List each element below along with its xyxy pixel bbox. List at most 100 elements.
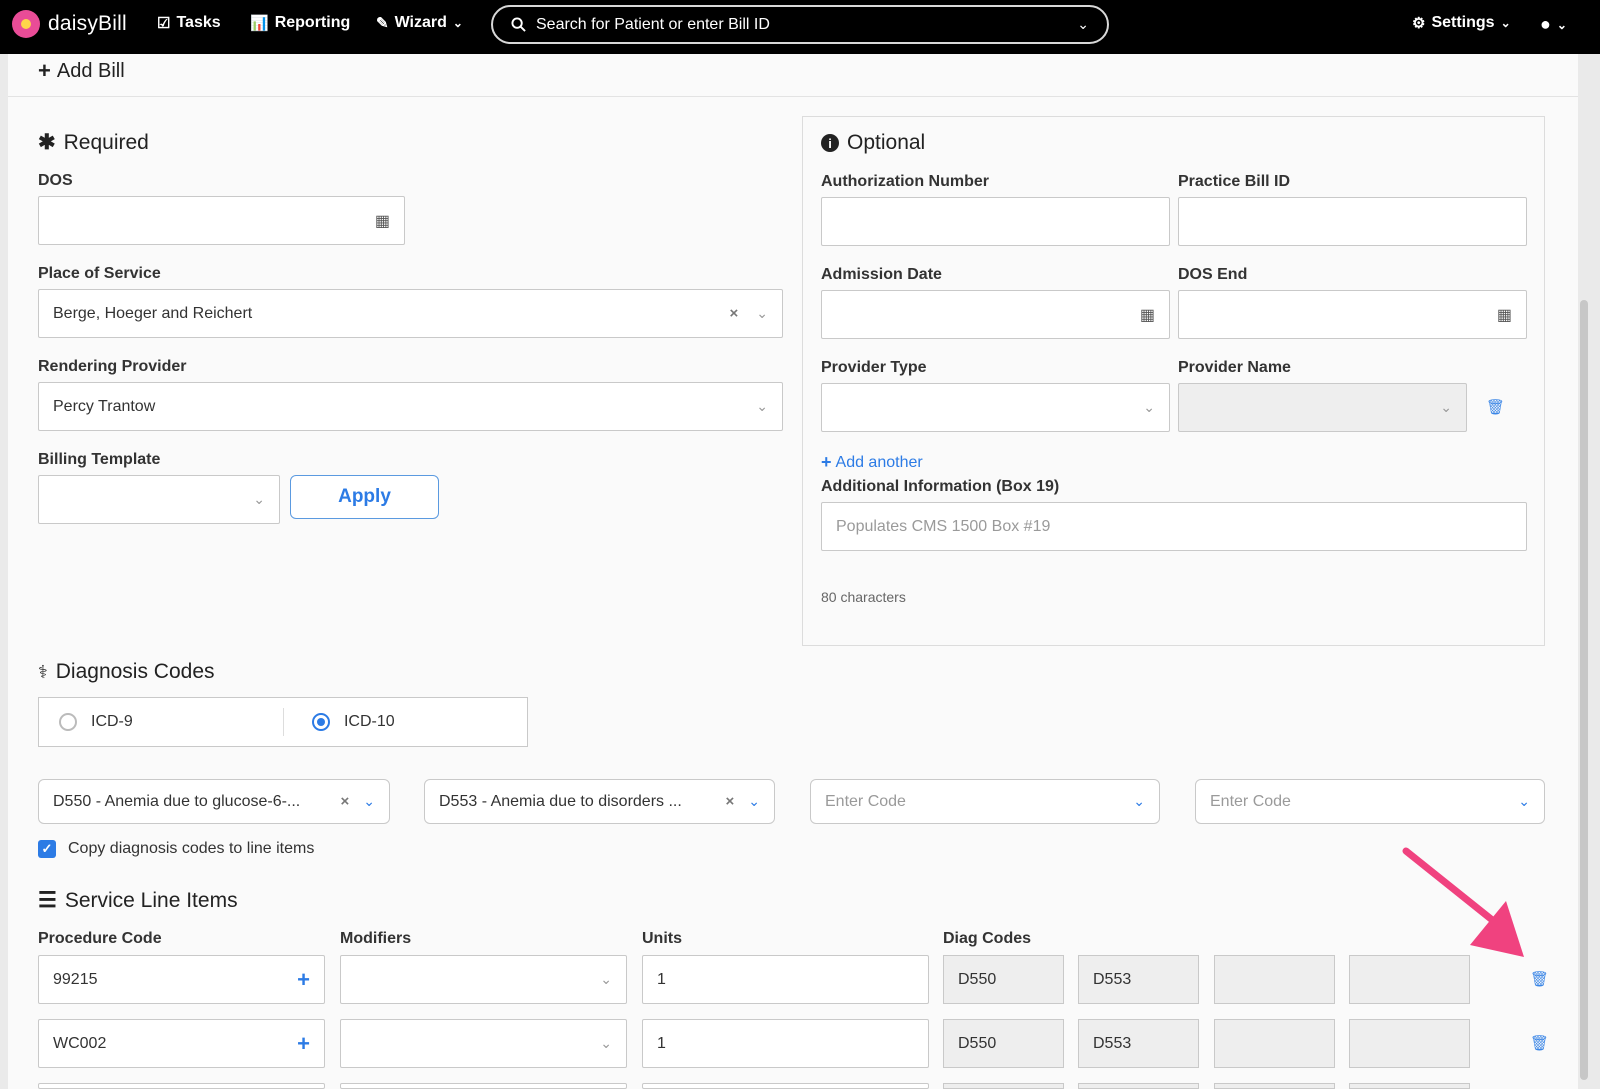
units-input[interactable]: 1 [642, 1019, 929, 1068]
diagnosis-code-select-2[interactable]: D553 - Anemia due to disorders ... × ⌄ [424, 779, 775, 824]
patient-search-input[interactable]: Search for Patient or enter Bill ID ⌄ [491, 5, 1109, 44]
divider [8, 96, 1578, 97]
clear-icon[interactable]: × [730, 305, 739, 322]
clipboard-check-icon: ☑ [157, 15, 171, 32]
place-of-service-label: Place of Service [38, 265, 161, 282]
practice-bill-id-input[interactable] [1178, 197, 1527, 246]
optional-section [802, 116, 1545, 646]
brand-name: daisyBill [48, 12, 127, 35]
chevron-down-icon: ⌄ [1143, 399, 1155, 415]
plus-icon[interactable]: + [297, 967, 310, 993]
asterisk-icon: ✱ [38, 131, 56, 154]
optional-section-title: i Optional [821, 131, 925, 155]
brand-logo[interactable]: daisyBill [12, 10, 127, 38]
diag-code-cell: D553 [1078, 955, 1199, 1004]
chevron-down-icon: ⌄ [600, 1035, 612, 1051]
provider-type-label: Provider Type [821, 359, 927, 376]
apply-button[interactable]: Apply [290, 475, 439, 519]
diag-codes-header: Diag Codes [943, 930, 1032, 947]
service-line-items-title: ☰ Service Line Items [38, 888, 238, 913]
chevron-down-icon: ⌄ [363, 793, 375, 809]
nav-reporting[interactable]: 📊 Reporting [250, 14, 350, 32]
chevron-down-icon: ⌄ [600, 971, 612, 987]
calendar-icon[interactable]: ▦ [375, 211, 390, 231]
nav-settings[interactable]: ⚙ Settings ⌄ [1412, 14, 1511, 32]
copy-diagnosis-checkbox-row[interactable]: ✓ Copy diagnosis codes to line items [38, 840, 314, 858]
diag-code-cell: D550 [943, 955, 1064, 1004]
top-navbar: daisyBill ☑ Tasks 📊 Reporting ✎ Wizard ⌄… [0, 0, 1600, 54]
place-of-service-select[interactable]: Berge, Hoeger and Reichert × ⌄ [38, 289, 783, 338]
diagnosis-code-select-4[interactable]: Enter Code ⌄ [1195, 779, 1545, 824]
rendering-provider-value: Percy Trantow [53, 397, 156, 415]
procedure-code-input[interactable]: WC002 + [38, 1019, 325, 1068]
trash-icon[interactable]: 🗑 [1530, 1034, 1549, 1052]
diag-code-cell [1349, 1083, 1470, 1089]
modifiers-select[interactable]: ⌄ [340, 1019, 627, 1068]
icd9-option[interactable]: ICD-9 [39, 698, 283, 746]
copy-diagnosis-checkbox[interactable]: ✓ [38, 840, 56, 858]
chevron-down-icon: ⌄ [452, 16, 463, 30]
page-title: + Add Bill [38, 58, 125, 83]
nav-tasks[interactable]: ☑ Tasks [157, 14, 221, 32]
modifiers-select[interactable]: ⌄ [340, 955, 627, 1004]
chevron-down-icon[interactable]: ⌄ [1077, 16, 1089, 33]
chevron-down-icon: ⌄ [748, 793, 760, 809]
chevron-down-icon: ⌄ [1556, 17, 1567, 32]
clear-icon[interactable]: × [341, 793, 350, 810]
modifiers-select[interactable] [340, 1083, 627, 1089]
diagnosis-section-title: ⚕ Diagnosis Codes [38, 660, 215, 683]
practice-bill-id-label: Practice Bill ID [1178, 173, 1291, 190]
radio-button-selected[interactable] [311, 713, 330, 731]
diag-code-cell [1078, 1083, 1199, 1089]
trash-icon[interactable]: 🗑 [1486, 398, 1505, 416]
units-input[interactable]: 1 [642, 955, 929, 1004]
magic-wand-icon: ✎ [376, 15, 389, 32]
authorization-number-label: Authorization Number [821, 173, 989, 190]
character-count: 80 characters [821, 589, 906, 605]
chevron-down-icon: ⌄ [756, 305, 768, 321]
plus-icon[interactable]: + [297, 1031, 310, 1057]
clear-icon[interactable]: × [726, 793, 735, 810]
calendar-icon[interactable]: ▦ [1140, 305, 1155, 325]
nav-wizard[interactable]: ✎ Wizard ⌄ [376, 14, 463, 32]
admission-date-label: Admission Date [821, 266, 942, 283]
user-avatar-icon: ● [1540, 14, 1551, 34]
trash-icon[interactable]: 🗑 [1530, 970, 1549, 988]
diag-code-cell [1214, 955, 1335, 1004]
add-another-link[interactable]: + Add another [821, 452, 923, 473]
icd10-option[interactable]: ICD-10 [282, 708, 527, 736]
chevron-down-icon: ⌄ [1133, 793, 1145, 809]
billing-template-select[interactable]: ⌄ [38, 475, 280, 524]
diagnosis-code-select-1[interactable]: D550 - Anemia due to glucose-6-... × ⌄ [38, 779, 390, 824]
stethoscope-icon: ⚕ [38, 661, 48, 682]
radio-button[interactable] [59, 713, 77, 731]
procedure-code-header: Procedure Code [38, 930, 162, 947]
rendering-provider-select[interactable]: Percy Trantow ⌄ [38, 382, 783, 431]
units-input[interactable] [642, 1083, 929, 1089]
dos-end-label: DOS End [1178, 266, 1248, 283]
provider-type-select[interactable]: ⌄ [821, 383, 1170, 432]
diag-code-cell [1214, 1019, 1335, 1068]
modifiers-header: Modifiers [340, 930, 412, 947]
procedure-code-input[interactable] [38, 1083, 325, 1089]
diagnosis-code-select-3[interactable]: Enter Code ⌄ [810, 779, 1160, 824]
user-menu[interactable]: ● ⌄ [1540, 14, 1567, 35]
provider-name-select: ⌄ [1178, 383, 1467, 432]
dos-input[interactable]: ▦ [38, 196, 405, 245]
authorization-number-input[interactable] [821, 197, 1170, 246]
icd-version-radio-group: ICD-9 ICD-10 [38, 697, 528, 747]
place-of-service-value: Berge, Hoeger and Reichert [53, 304, 253, 322]
gear-icon: ⚙ [1412, 15, 1426, 32]
annotation-arrow-icon [1402, 847, 1524, 957]
chevron-down-icon: ⌄ [1440, 399, 1452, 415]
scrollbar-thumb[interactable] [1580, 300, 1588, 1080]
dos-end-input[interactable]: ▦ [1178, 290, 1527, 339]
chevron-down-icon: ⌄ [756, 398, 768, 414]
calendar-icon[interactable]: ▦ [1497, 305, 1512, 325]
plus-icon: + [821, 452, 832, 472]
diag-code-cell: D553 [1078, 1019, 1199, 1068]
additional-info-label: Additional Information (Box 19) [821, 478, 1060, 495]
additional-info-input[interactable]: Populates CMS 1500 Box #19 [821, 502, 1527, 551]
admission-date-input[interactable]: ▦ [821, 290, 1170, 339]
procedure-code-input[interactable]: 99215 + [38, 955, 325, 1004]
